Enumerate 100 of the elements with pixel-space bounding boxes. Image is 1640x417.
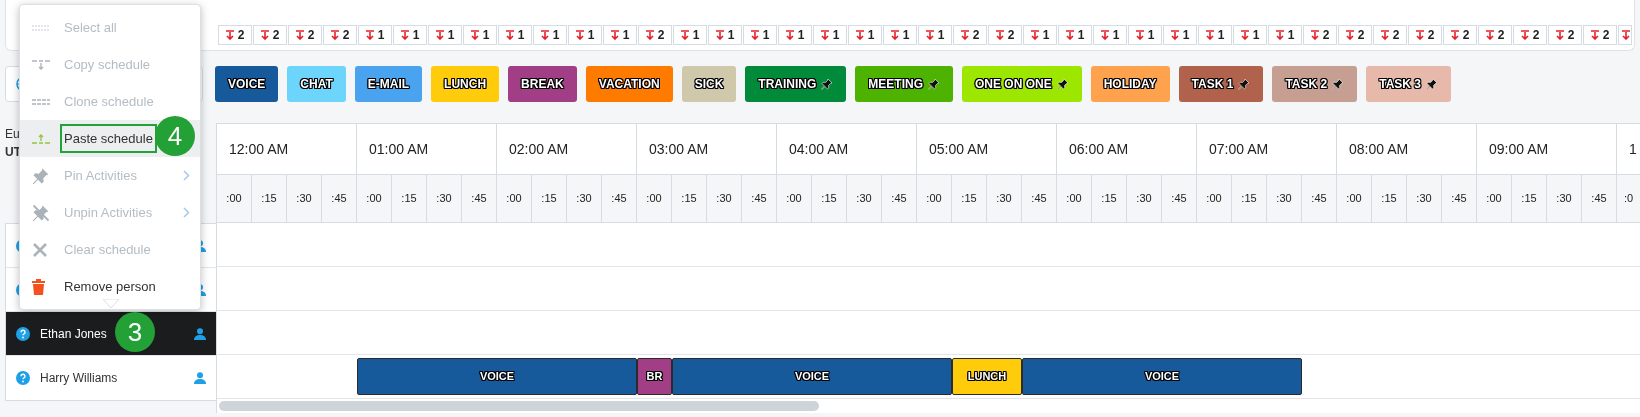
quarter-header: :15 (392, 174, 427, 223)
requirement-count: 2 (1513, 25, 1547, 45)
quarter-header: :45 (1022, 174, 1057, 223)
requirement-count: 2 (1583, 25, 1617, 45)
requirement-count: 1 (1233, 25, 1267, 45)
requirement-count: 2 (323, 25, 357, 45)
timezone-name: Eu (5, 126, 20, 143)
requirement-count: 2 (1303, 25, 1337, 45)
hour-header: 09:00 AM (1477, 123, 1617, 174)
quarter-header: :30 (287, 174, 322, 223)
quarter-header: :15 (952, 174, 987, 223)
quarter-header: :45 (602, 174, 637, 223)
hour-header: 03:00 AM (637, 123, 777, 174)
requirement-count: 1 (743, 25, 777, 45)
hour-header: 05:00 AM (917, 123, 1057, 174)
quarter-header: :15 (672, 174, 707, 223)
requirement-count: 1 (533, 25, 567, 45)
quarter-header: :30 (1267, 174, 1302, 223)
quarter-header: :30 (987, 174, 1022, 223)
quarter-header: :30 (567, 174, 602, 223)
requirement-count: 1 (708, 25, 742, 45)
quarter-header: :30 (707, 174, 742, 223)
person-name: Harry Williams (40, 370, 118, 387)
requirement-count: 1 (1128, 25, 1162, 45)
requirement-count: 1 (568, 25, 602, 45)
requirement-count: 1 (778, 25, 812, 45)
requirement-count: 2 (1478, 25, 1512, 45)
requirement-count: 2 (288, 25, 322, 45)
menu-item-label: Pin Activities (63, 166, 138, 185)
quarter-header: :45 (1582, 174, 1617, 223)
hour-header: 01:00 AM (357, 123, 497, 174)
requirement-count: 2 (988, 25, 1022, 45)
requirement-count: 1 (1198, 25, 1232, 45)
menu-item-label: Select all (63, 18, 118, 37)
quarter-header: :00 (777, 174, 812, 223)
requirement-count: 2 (1373, 25, 1407, 45)
quarter-header: :30 (1547, 174, 1582, 223)
quarter-header: :00 (917, 174, 952, 223)
quarter-header: :00 (1197, 174, 1232, 223)
requirement-count: 1 (393, 25, 427, 45)
requirement-count: 2 (1443, 25, 1477, 45)
quarter-header: :15 (252, 174, 287, 223)
requirement-count: 1 (1163, 25, 1197, 45)
hour-header: 08:00 AM (1337, 123, 1477, 174)
requirement-count: 1 (883, 25, 917, 45)
requirement-count: 1 (813, 25, 847, 45)
requirement-count: 1 (1268, 25, 1302, 45)
menu-item-label: Clear schedule (63, 240, 152, 259)
quarter-header: :0 (1617, 174, 1640, 223)
menu-item-label: Unpin Activities (63, 203, 154, 222)
requirement-count: 2 (953, 25, 987, 45)
requirement-count: 2 (1338, 25, 1372, 45)
person-name: Ethan Jones (40, 325, 107, 343)
requirement-count: 1 (918, 25, 952, 45)
requirement-count: 1 (1058, 25, 1092, 45)
quarter-header: :45 (742, 174, 777, 223)
quarter-header: :00 (497, 174, 532, 223)
quarter-header: :15 (532, 174, 567, 223)
menu-item-label: Copy schedule (63, 55, 151, 74)
quarter-header: :30 (1407, 174, 1442, 223)
requirement-count: 1 (1093, 25, 1127, 45)
quarter-header: :00 (1057, 174, 1092, 223)
hour-header: 06:00 AM (1057, 123, 1197, 174)
requirement-count: 1 (358, 25, 392, 45)
quarter-header: :45 (1162, 174, 1197, 223)
quarter-header: :30 (1127, 174, 1162, 223)
requirement-count: 2 (1408, 25, 1442, 45)
quarter-header: :15 (1372, 174, 1407, 223)
requirement-count: 2 (218, 25, 252, 45)
quarter-header: :00 (217, 174, 252, 223)
quarter-header: :00 (357, 174, 392, 223)
quarter-header: :00 (637, 174, 672, 223)
requirement-count: 1 (463, 25, 497, 45)
quarter-header: :00 (1477, 174, 1512, 223)
hour-header: 04:00 AM (777, 123, 917, 174)
quarter-header: :15 (812, 174, 847, 223)
quarter-header: :30 (847, 174, 882, 223)
hour-header: 12:00 AM (217, 123, 357, 174)
quarter-header: :15 (1512, 174, 1547, 223)
menu-item-label: Remove person (63, 277, 157, 296)
quarter-header: :45 (322, 174, 357, 223)
menu-item-label: Clone schedule (63, 92, 155, 111)
quarter-header: :45 (1442, 174, 1477, 223)
hour-header: 07:00 AM (1197, 123, 1337, 174)
requirement-count: 1 (428, 25, 462, 45)
quarter-header: :45 (1302, 174, 1337, 223)
requirement-count: 1 (1023, 25, 1057, 45)
timezone-offset: UT (5, 144, 21, 161)
requirement-count: 1 (603, 25, 637, 45)
quarter-header: :45 (882, 174, 917, 223)
hour-header: 1 (1617, 123, 1640, 174)
requirement-count: 1 (498, 25, 532, 45)
quarter-header: :15 (1092, 174, 1127, 223)
requirement-count: 2 (1548, 25, 1582, 45)
quarter-header: :15 (1232, 174, 1267, 223)
quarter-header: :00 (1337, 174, 1372, 223)
quarter-header: :45 (462, 174, 497, 223)
quarter-header: :30 (427, 174, 462, 223)
menu-item-label: Paste schedule (60, 123, 157, 154)
requirement-count: 2 (638, 25, 672, 45)
